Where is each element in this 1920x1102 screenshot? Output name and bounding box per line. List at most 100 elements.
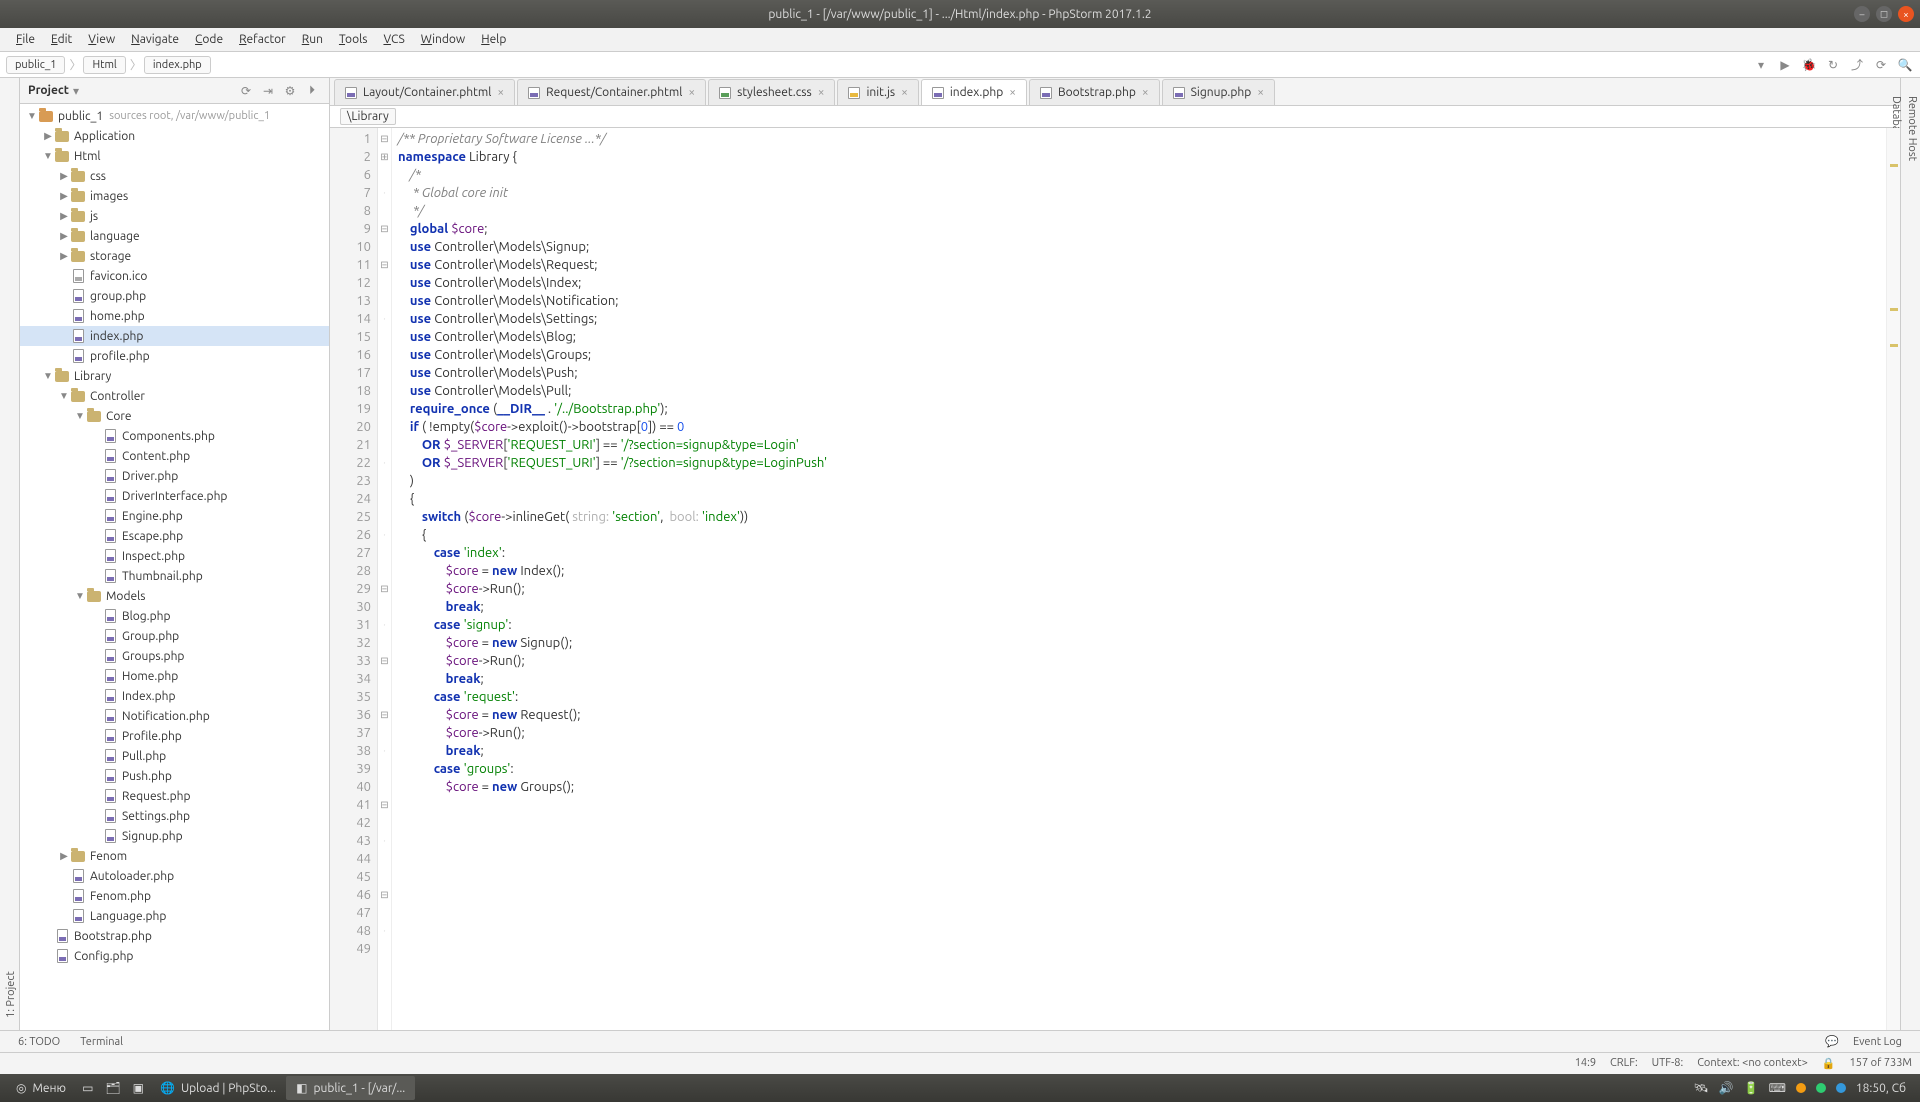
status-memory[interactable]: 157 of 733M — [1850, 1057, 1912, 1070]
menu-code[interactable]: Code — [187, 31, 231, 48]
expander-icon[interactable]: ▶ — [58, 170, 70, 182]
close-icon[interactable]: × — [818, 86, 825, 99]
tree-item-notification-php[interactable]: Notification.php — [20, 706, 329, 726]
tree-item-favicon-ico[interactable]: favicon.ico — [20, 266, 329, 286]
status-encoding[interactable]: UTF-8: — [1652, 1057, 1684, 1070]
tree-item-autoloader-php[interactable]: Autoloader.php — [20, 866, 329, 886]
tray-keyboard-icon[interactable]: ⌨ — [1769, 1081, 1786, 1095]
menu-window[interactable]: Window — [413, 31, 473, 48]
breadcrumb-0[interactable]: public_1 — [6, 56, 65, 74]
tray-indicator-2[interactable] — [1816, 1083, 1826, 1093]
maximize-button[interactable]: ◻ — [1876, 6, 1892, 22]
expander-icon[interactable]: ▶ — [58, 250, 70, 262]
menu-navigate[interactable]: Navigate — [123, 31, 187, 48]
tray-indicator-3[interactable] — [1836, 1083, 1846, 1093]
tree-item-storage[interactable]: ▶storage — [20, 246, 329, 266]
expander-icon[interactable]: ▼ — [74, 410, 86, 422]
tree-item-html[interactable]: ▼Html — [20, 146, 329, 166]
tree-item-escape-php[interactable]: Escape.php — [20, 526, 329, 546]
close-icon[interactable]: × — [1257, 86, 1264, 99]
tree-item-controller[interactable]: ▼Controller — [20, 386, 329, 406]
tree-item-bootstrap-php[interactable]: Bootstrap.php — [20, 926, 329, 946]
tree-item-signup-php[interactable]: Signup.php — [20, 826, 329, 846]
upload-icon[interactable]: ⤴ — [1848, 56, 1866, 74]
tree-item-public-1[interactable]: ▼public_1sources root, /var/www/public_1 — [20, 106, 329, 126]
tree-item-fenom[interactable]: ▶Fenom — [20, 846, 329, 866]
menu-view[interactable]: View — [80, 31, 123, 48]
tree-item-library[interactable]: ▼Library — [20, 366, 329, 386]
tray-indicator-1[interactable] — [1796, 1083, 1806, 1093]
tree-item-inspect-php[interactable]: Inspect.php — [20, 546, 329, 566]
expander-icon[interactable]: ▼ — [74, 590, 86, 602]
bottom-tab-todo[interactable]: 6: TODO — [8, 1034, 70, 1050]
tree-item-index-php[interactable]: index.php — [20, 326, 329, 346]
menu-file[interactable]: File — [8, 31, 43, 48]
breadcrumb-1[interactable]: Html — [83, 56, 125, 74]
tray-battery-icon[interactable]: 🔋 — [1744, 1081, 1759, 1095]
editor-tab-index-php[interactable]: index.php× — [921, 79, 1027, 105]
right-tab-remote-host[interactable]: Remote Host — [1904, 84, 1920, 1030]
close-icon[interactable]: × — [688, 86, 695, 99]
tree-item-js[interactable]: ▶js — [20, 206, 329, 226]
editor-tab-init-js[interactable]: init.js× — [837, 79, 918, 105]
tree-item-groups-php[interactable]: Groups.php — [20, 646, 329, 666]
tree-item-components-php[interactable]: Components.php — [20, 426, 329, 446]
editor-breadcrumb[interactable]: \Library — [330, 106, 1900, 128]
fold-gutter[interactable]: ⊟⊞ · ⊟ ⊟ · · · ⊟ · ⊟ ⊟ · ⊟ · ⊟ · — [378, 128, 392, 1030]
menu-edit[interactable]: Edit — [43, 31, 80, 48]
tree-item-push-php[interactable]: Push.php — [20, 766, 329, 786]
panel-sync-icon[interactable]: ⟳ — [237, 82, 255, 100]
rerun-icon[interactable]: ↻ — [1824, 56, 1842, 74]
panel-settings-icon[interactable]: ⚙ — [281, 82, 299, 100]
tree-item-language[interactable]: ▶language — [20, 226, 329, 246]
close-icon[interactable]: × — [1009, 86, 1016, 99]
minimize-button[interactable]: – — [1854, 6, 1870, 22]
expander-icon[interactable]: ▶ — [58, 230, 70, 242]
editor-tab-stylesheet-css[interactable]: stylesheet.css× — [708, 79, 835, 105]
left-tab-structure[interactable]: 7: Structure — [0, 98, 3, 1030]
status-context[interactable]: Context: <no context> — [1697, 1057, 1808, 1070]
menu-help[interactable]: Help — [473, 31, 514, 48]
editor-tab-bootstrap-php[interactable]: Bootstrap.php× — [1029, 79, 1160, 105]
left-tab-project[interactable]: 1: Project — [3, 98, 19, 1030]
menu-tools[interactable]: Tools — [331, 31, 376, 48]
bottom-tab-terminal[interactable]: Terminal — [70, 1034, 133, 1050]
expander-icon[interactable]: ▶ — [58, 210, 70, 222]
code-editor[interactable]: /** Proprietary Software License ...*/na… — [392, 128, 1886, 1030]
tree-item-group-php[interactable]: Group.php — [20, 626, 329, 646]
run-icon[interactable]: ▶ — [1776, 56, 1794, 74]
tree-item-content-php[interactable]: Content.php — [20, 446, 329, 466]
tree-item-home-php[interactable]: Home.php — [20, 666, 329, 686]
tree-item-thumbnail-php[interactable]: Thumbnail.php — [20, 566, 329, 586]
tree-item-config-php[interactable]: Config.php — [20, 946, 329, 966]
expander-icon[interactable]: ▶ — [58, 190, 70, 202]
update-icon[interactable]: ⟳ — [1872, 56, 1890, 74]
tree-item-home-php[interactable]: home.php — [20, 306, 329, 326]
tray-network-icon[interactable]: 🛰 — [1693, 1081, 1708, 1095]
tree-item-driver-php[interactable]: Driver.php — [20, 466, 329, 486]
tree-item-models[interactable]: ▼Models — [20, 586, 329, 606]
close-icon[interactable]: × — [1142, 86, 1149, 99]
tray-volume-icon[interactable]: 🔊 — [1719, 1081, 1734, 1095]
close-icon[interactable]: × — [901, 86, 908, 99]
tree-item-css[interactable]: ▶css — [20, 166, 329, 186]
tree-item-language-php[interactable]: Language.php — [20, 906, 329, 926]
expander-icon[interactable]: ▼ — [42, 370, 54, 382]
expander-icon[interactable]: ▶ — [58, 850, 70, 862]
expander-icon[interactable]: ▼ — [26, 110, 38, 122]
tree-item-engine-php[interactable]: Engine.php — [20, 506, 329, 526]
tree-item-pull-php[interactable]: Pull.php — [20, 746, 329, 766]
search-icon[interactable]: 🔍 — [1896, 56, 1914, 74]
tree-item-profile-php[interactable]: profile.php — [20, 346, 329, 366]
overview-ruler[interactable] — [1886, 128, 1900, 1030]
expander-icon[interactable]: ▼ — [42, 150, 54, 162]
breadcrumb-2[interactable]: index.php — [144, 56, 211, 74]
build-dropdown-icon[interactable]: ▾ — [1752, 56, 1770, 74]
close-icon[interactable]: × — [497, 86, 504, 99]
editor-tab-layout-container-phtml[interactable]: Layout/Container.phtml× — [334, 79, 515, 105]
menu-refactor[interactable]: Refactor — [231, 31, 294, 48]
menu-run[interactable]: Run — [294, 31, 331, 48]
panel-hide-icon[interactable]: ⏵ — [303, 82, 321, 100]
tree-item-request-php[interactable]: Request.php — [20, 786, 329, 806]
bottom-tab-event-log[interactable]: Event Log — [1843, 1034, 1912, 1050]
